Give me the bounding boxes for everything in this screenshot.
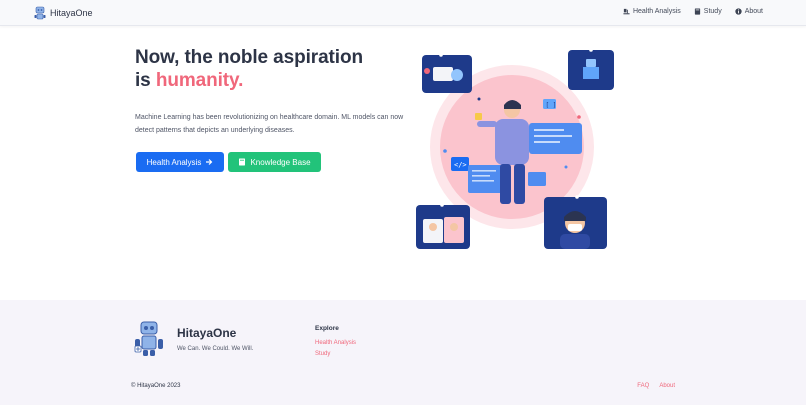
footer-copyright: © HitayaOne 2023 <box>131 383 181 389</box>
nav-links: Health Analysis Study About <box>623 8 763 15</box>
hero-title-line2: is humanity. <box>135 69 363 92</box>
svg-text:[ ]: [ ] <box>546 102 557 109</box>
footer-tagline: We Can. We Could. We Will. <box>177 346 254 352</box>
hero-title-accent: humanity. <box>155 70 244 91</box>
nav-link-study[interactable]: Study <box>694 8 722 15</box>
robot-logo-icon <box>134 321 163 356</box>
nav-link-health-analysis[interactable]: Health Analysis <box>623 8 681 15</box>
brand-name: HitayaOne <box>50 8 93 18</box>
footer-link-health-analysis[interactable]: Health Analysis <box>315 340 356 346</box>
page-footer: HitayaOne We Can. We Could. We Will. Exp… <box>0 300 806 405</box>
robot-logo-icon <box>34 6 46 20</box>
nav-link-label: Health Analysis <box>632 8 681 15</box>
health-analysis-button-label: Health Analysis <box>146 157 202 167</box>
footer-explore-heading: Explore <box>315 325 339 332</box>
nav-link-about[interactable]: About <box>735 8 763 15</box>
brand-link[interactable]: HitayaOne <box>34 6 93 20</box>
book-icon <box>239 158 246 166</box>
info-icon <box>735 8 742 15</box>
hero-title-prefix: is <box>135 70 151 91</box>
svg-text:</>: </> <box>454 161 467 169</box>
hero-title-line1: Now, the noble aspiration <box>135 47 363 68</box>
hero-illustration: </> [ ] <box>416 48 614 249</box>
arrow-right-icon <box>206 159 213 165</box>
book-icon <box>694 8 700 15</box>
knowledge-base-button[interactable]: Knowledge Base <box>228 152 321 172</box>
footer-link-study[interactable]: Study <box>315 351 330 357</box>
microscope-icon <box>623 8 630 15</box>
nav-link-label: Study <box>703 8 722 15</box>
footer-link-faq[interactable]: FAQ <box>637 383 649 389</box>
footer-brand: HitayaOne <box>177 326 237 340</box>
footer-link-about[interactable]: About <box>659 383 675 389</box>
nav-link-label: About <box>744 8 763 15</box>
footer-bottom-links: FAQ About <box>637 383 675 389</box>
hero-description: Machine Learning has been revolutionizin… <box>135 114 404 134</box>
hero-title: Now, the noble aspiration is humanity. <box>135 46 363 92</box>
health-analysis-button[interactable]: Health Analysis <box>136 152 224 172</box>
knowledge-base-button-label: Knowledge Base <box>250 157 311 167</box>
top-navbar: HitayaOne Health Analysis Study About <box>0 0 806 26</box>
